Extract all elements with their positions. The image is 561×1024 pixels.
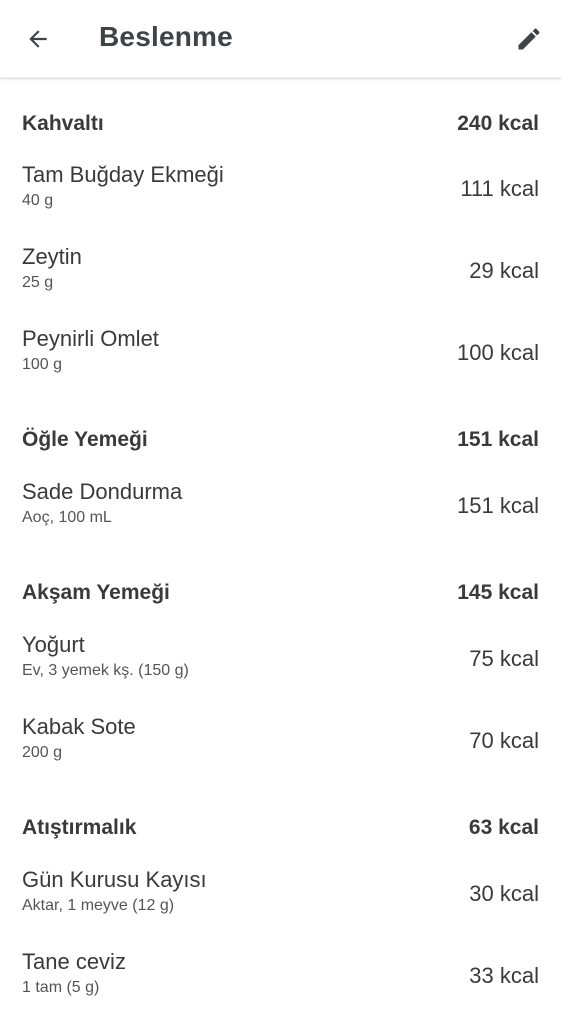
food-name: Sade Dondurma [22,479,183,504]
food-kcal: 30 kcal [469,881,539,906]
edit-button[interactable] [507,17,551,61]
food-name: Peynirli Omlet [22,326,159,351]
section-header-breakfast: Kahvaltı 240 kcal [22,109,539,139]
food-name: Gün Kurusu Kayısı [22,867,207,892]
food-portion: 40 g [22,192,54,209]
section-header-lunch: Öğle Yemeği 151 kcal [22,425,539,455]
food-name: Kabak Sote [22,714,136,739]
arrow-left-icon [29,30,47,48]
food-kcal: 111 kcal [460,176,539,201]
section-total: 63 kcal [468,816,539,839]
page-title: Beslenme [99,21,233,52]
food-kcal: 100 kcal [457,340,539,365]
food-item[interactable]: Yoğurt Ev, 3 yemek kş. (150 g) 75 kcal [22,632,539,692]
app-bar: Beslenme [0,0,561,78]
section-title: Atıştırmalık [22,816,137,839]
food-portion: Ev, 3 yemek kş. (150 g) [22,662,189,679]
food-portion: Aktar, 1 meyve (12 g) [22,897,175,914]
food-portion: 1 tam (5 g) [22,979,100,996]
food-item[interactable]: Tane ceviz 1 tam (5 g) 33 kcal [22,949,539,1009]
food-kcal: 75 kcal [469,646,539,671]
section-title: Kahvaltı [22,112,104,135]
back-button[interactable] [16,17,60,61]
section-total: 151 kcal [457,428,539,451]
food-portion: Aoç, 100 mL [22,509,112,526]
food-item[interactable]: Peynirli Omlet 100 g 100 kcal [22,326,539,386]
food-kcal: 33 kcal [469,963,539,988]
food-item[interactable]: Kabak Sote 200 g 70 kcal [22,714,539,774]
food-name: Yoğurt [22,632,85,657]
food-kcal: 151 kcal [457,493,539,518]
food-portion: 100 g [22,356,63,373]
section-title: Akşam Yemeği [22,581,170,604]
food-name: Tane ceviz [22,949,126,974]
food-item[interactable]: Sade Dondurma Aoç, 100 mL 151 kcal [22,479,539,539]
food-kcal: 29 kcal [469,258,539,283]
food-name: Zeytin [22,244,82,269]
food-portion: 25 g [22,274,54,291]
food-kcal: 70 kcal [469,728,539,753]
section-header-snack: Atıştırmalık 63 kcal [22,813,539,843]
food-item[interactable]: Zeytin 25 g 29 kcal [22,244,539,304]
section-total: 145 kcal [457,581,539,604]
food-item[interactable]: Tam Buğday Ekmeği 40 g 111 kcal [22,162,539,222]
food-name: Tam Buğday Ekmeği [22,162,224,187]
section-title: Öğle Yemeği [22,428,148,451]
food-portion: 200 g [22,744,63,761]
section-header-dinner: Akşam Yemeği 145 kcal [22,578,539,608]
pencil-icon [518,28,540,50]
section-total: 240 kcal [457,112,539,135]
food-item[interactable]: Gün Kurusu Kayısı Aktar, 1 meyve (12 g) … [22,867,539,927]
